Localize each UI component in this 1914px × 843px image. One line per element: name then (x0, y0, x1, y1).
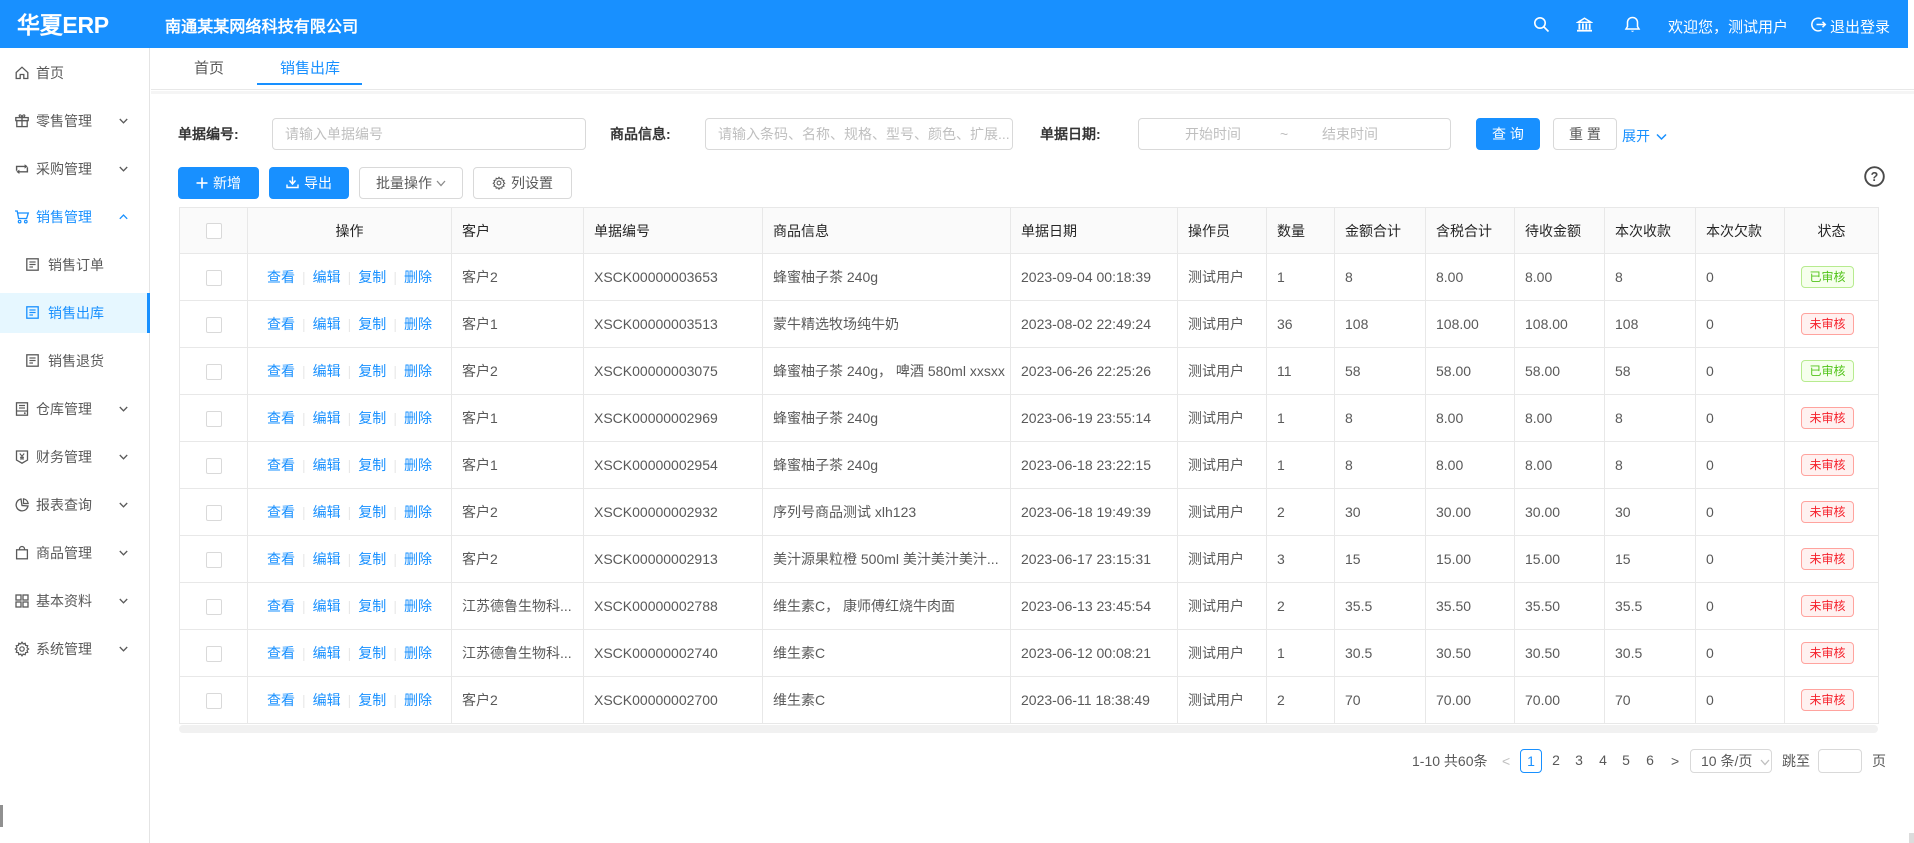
svg-text:?: ? (1871, 170, 1879, 184)
